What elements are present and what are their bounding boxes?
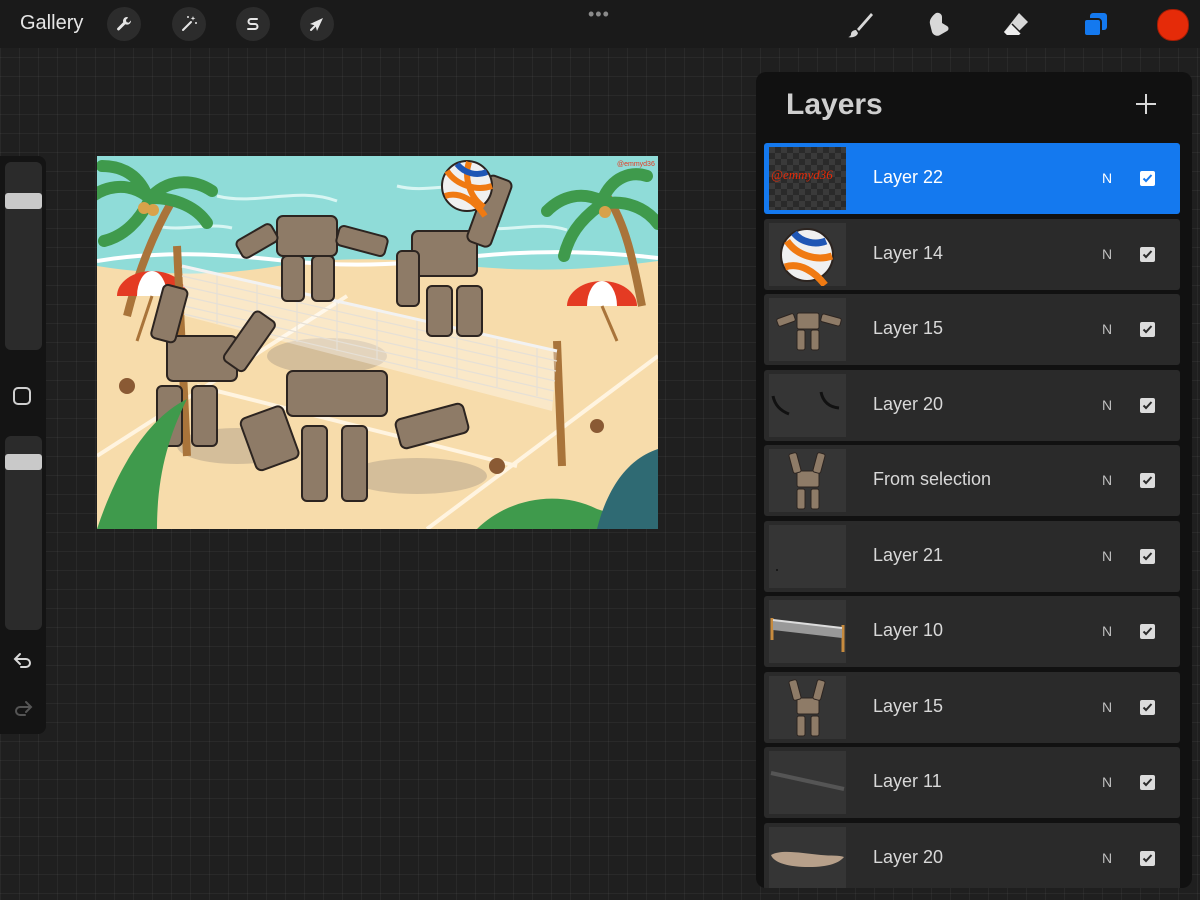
beach-volleyball-artwork: @emmyd36 bbox=[97, 156, 658, 529]
brush-icon bbox=[848, 13, 873, 38]
actions-button[interactable] bbox=[107, 7, 141, 41]
visibility-checkbox[interactable] bbox=[1140, 171, 1155, 186]
undo-icon bbox=[13, 653, 31, 668]
layer-thumbnail[interactable] bbox=[769, 298, 846, 361]
visibility-checkbox[interactable] bbox=[1140, 850, 1155, 866]
layer-thumbnail[interactable] bbox=[769, 222, 846, 286]
checkmark-icon bbox=[1142, 249, 1153, 258]
blend-mode-button[interactable]: N bbox=[1102, 170, 1112, 186]
layers-title: Layers bbox=[786, 88, 883, 121]
more-menu[interactable]: ••• bbox=[588, 4, 610, 25]
checkmark-icon bbox=[1142, 400, 1153, 409]
color-picker[interactable] bbox=[1157, 9, 1189, 41]
layer-name: From selection bbox=[873, 469, 992, 489]
blend-mode-button[interactable]: N bbox=[1102, 548, 1112, 564]
brush-size-slider[interactable] bbox=[5, 162, 42, 350]
checkmark-icon bbox=[1142, 551, 1153, 560]
visibility-checkbox[interactable] bbox=[1140, 624, 1155, 639]
checkmark-icon bbox=[1142, 853, 1153, 862]
wrench-icon bbox=[117, 17, 132, 31]
layer-row[interactable]: From selection N bbox=[764, 445, 1180, 516]
visibility-checkbox[interactable] bbox=[1140, 246, 1155, 262]
layers-panel: Layers @emmyd36 Layer 22 N Layer 14 N Layer 1… bbox=[756, 72, 1192, 888]
visibility-checkbox[interactable] bbox=[1140, 322, 1155, 337]
transform-button[interactable] bbox=[300, 7, 334, 41]
layer-row[interactable]: @emmyd36 Layer 22 N bbox=[764, 143, 1180, 214]
visibility-checkbox[interactable] bbox=[1140, 775, 1155, 790]
checkmark-icon bbox=[1142, 174, 1153, 183]
layer-name: Layer 22 bbox=[873, 167, 944, 187]
smudge-icon bbox=[929, 12, 949, 36]
magic-wand-icon bbox=[182, 16, 197, 31]
opacity-thumb[interactable] bbox=[5, 453, 42, 470]
layer-thumbnail[interactable] bbox=[769, 675, 846, 739]
checkmark-icon bbox=[1142, 627, 1153, 636]
checkmark-icon bbox=[1142, 702, 1153, 711]
plus-icon[interactable] bbox=[1134, 92, 1158, 116]
blend-mode-button[interactable]: N bbox=[1102, 850, 1112, 866]
layer-name: Layer 21 bbox=[873, 544, 944, 565]
layer-name: Layer 20 bbox=[873, 393, 944, 414]
visibility-checkbox[interactable] bbox=[1140, 699, 1155, 715]
layer-name: Layer 10 bbox=[873, 620, 944, 640]
layer-row[interactable]: Layer 20 N bbox=[764, 369, 1180, 441]
checkmark-icon bbox=[1142, 476, 1153, 485]
layer-thumbnail[interactable] bbox=[769, 600, 846, 663]
layer-row[interactable]: Layer 10 N bbox=[764, 596, 1180, 667]
watermark-text: @emmyd36 bbox=[617, 161, 655, 168]
layer-thumbnail[interactable] bbox=[769, 751, 846, 814]
layer-row[interactable]: Layer 21 N bbox=[764, 520, 1180, 592]
layer-thumbnail[interactable] bbox=[769, 449, 846, 512]
layer-row[interactable]: Layer 15 N bbox=[764, 294, 1180, 365]
blend-mode-button[interactable]: N bbox=[1102, 699, 1112, 715]
layers-icon bbox=[1083, 13, 1107, 37]
layer-name: Layer 14 bbox=[873, 242, 944, 263]
redo-icon bbox=[15, 701, 33, 716]
blend-mode-button[interactable]: N bbox=[1102, 246, 1112, 262]
blend-mode-button[interactable]: N bbox=[1102, 397, 1112, 413]
visibility-checkbox[interactable] bbox=[1140, 473, 1155, 488]
visibility-checkbox[interactable] bbox=[1140, 548, 1155, 564]
gallery-button[interactable]: Gallery bbox=[20, 12, 83, 35]
eraser-icon bbox=[1004, 13, 1028, 35]
arrow-cursor-icon bbox=[310, 18, 323, 31]
selection-s-icon bbox=[247, 18, 259, 30]
layer-row[interactable]: Layer 20 N bbox=[764, 822, 1180, 888]
brush-tool[interactable] bbox=[843, 8, 877, 42]
eraser-tool[interactable] bbox=[999, 8, 1033, 42]
layers-button[interactable] bbox=[1078, 8, 1112, 42]
blend-mode-button[interactable]: N bbox=[1102, 774, 1112, 790]
brush-size-thumb[interactable] bbox=[5, 192, 42, 209]
visibility-checkbox[interactable] bbox=[1140, 397, 1155, 413]
smudge-tool[interactable] bbox=[922, 8, 956, 42]
layer-name: Layer 15 bbox=[873, 318, 944, 338]
selection-button[interactable] bbox=[236, 7, 270, 41]
checkmark-icon bbox=[1142, 778, 1153, 787]
layer-name: Layer 15 bbox=[873, 695, 944, 716]
top-toolbar: Gallery ••• bbox=[0, 0, 1200, 48]
layer-name: Layer 20 bbox=[873, 846, 944, 867]
layer-row[interactable]: Layer 14 N bbox=[764, 218, 1180, 290]
blend-mode-button[interactable]: N bbox=[1102, 321, 1112, 337]
svg-text:@emmyd36: @emmyd36 bbox=[771, 167, 833, 182]
layer-thumbnail[interactable] bbox=[769, 826, 846, 888]
square-icon[interactable] bbox=[13, 387, 31, 405]
artwork-canvas[interactable]: @emmyd36 bbox=[97, 156, 658, 529]
undo-button[interactable] bbox=[10, 646, 36, 672]
checkmark-icon bbox=[1142, 325, 1153, 334]
redo-button[interactable] bbox=[10, 694, 36, 720]
blend-mode-button[interactable]: N bbox=[1102, 623, 1112, 639]
sidebar bbox=[0, 156, 46, 734]
layer-thumbnail[interactable] bbox=[769, 373, 846, 437]
layer-thumbnail[interactable]: @emmyd36 bbox=[769, 147, 846, 210]
layer-row[interactable]: Layer 11 N bbox=[764, 747, 1180, 818]
layer-thumbnail[interactable] bbox=[769, 524, 846, 588]
layer-row[interactable]: Layer 15 N bbox=[764, 671, 1180, 743]
layer-name: Layer 11 bbox=[873, 771, 942, 791]
blend-mode-button[interactable]: N bbox=[1102, 472, 1112, 488]
adjustments-button[interactable] bbox=[172, 7, 206, 41]
